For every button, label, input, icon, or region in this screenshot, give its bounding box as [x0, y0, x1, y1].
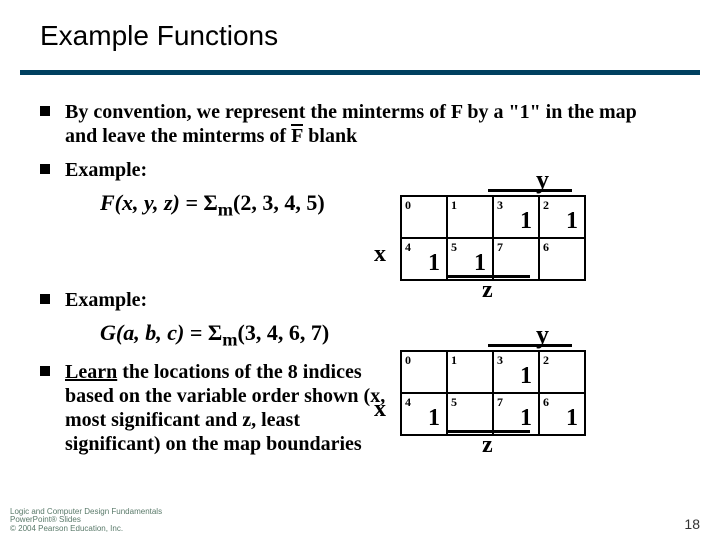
x-label: x — [374, 241, 386, 268]
bullet-icon — [40, 366, 50, 376]
kmap-cell: 0 — [401, 196, 447, 238]
bullet-text: Example: — [65, 288, 645, 312]
footer-branding: Logic and Computer Design Fundamentals P… — [10, 508, 162, 534]
cell-index: 7 — [497, 395, 503, 410]
cell-index: 2 — [543, 353, 549, 368]
kmap-cell: 41 — [401, 238, 447, 280]
formula-args: (2, 3, 4, 5) — [233, 190, 325, 215]
cell-index: 4 — [405, 240, 411, 255]
bullet-text: Learn the locations of the 8 indices bas… — [65, 360, 395, 456]
kmap-table: 0 1 31 21 41 51 7 6 — [400, 195, 586, 281]
cell-index: 1 — [451, 353, 457, 368]
cell-index: 5 — [451, 395, 457, 410]
page-number: 18 — [684, 516, 700, 532]
formula-lhs: F(x, y, z) = — [100, 190, 203, 215]
footer-line: © 2004 Pearson Education, Inc. — [10, 525, 162, 534]
kmap-cell: 31 — [493, 351, 539, 393]
f-bar: F — [291, 124, 303, 148]
kmap-cell: 21 — [539, 196, 585, 238]
cell-index: 7 — [497, 240, 503, 255]
cell-value: 1 — [566, 208, 578, 235]
kmap-cell: 5 — [447, 393, 493, 435]
cell-value: 1 — [428, 250, 440, 277]
kmap-cell: 1 — [447, 196, 493, 238]
bullet-example-1: Example: — [40, 158, 645, 182]
cell-value: 1 — [520, 363, 532, 390]
sigma-icon: Σ — [208, 320, 222, 345]
cell-value: 1 — [428, 405, 440, 432]
kmap-cell: 31 — [493, 196, 539, 238]
kmap-cell: 41 — [401, 393, 447, 435]
kmap-cell: 2 — [539, 351, 585, 393]
cell-value: 1 — [520, 405, 532, 432]
z-label: z — [482, 432, 493, 459]
cell-index: 3 — [497, 198, 503, 213]
kmap-cell: 7 — [493, 238, 539, 280]
cell-index: 5 — [451, 240, 457, 255]
kmap-g: y x 0 1 31 2 41 5 71 61 z — [400, 350, 586, 436]
bullet-icon — [40, 164, 50, 174]
cell-index: 6 — [543, 395, 549, 410]
slide-title: Example Functions — [40, 20, 278, 52]
kmap-cell: 61 — [539, 393, 585, 435]
kmap-cell: 6 — [539, 238, 585, 280]
formula-f: F(x, y, z) = Σm(2, 3, 4, 5) — [100, 190, 325, 220]
cell-index: 0 — [405, 353, 411, 368]
formula-lhs: G(a, b, c) = — [100, 320, 208, 345]
y-bracket — [488, 189, 572, 192]
sigma-icon: Σ — [203, 190, 217, 215]
bullet-icon — [40, 294, 50, 304]
cell-value: 1 — [474, 250, 486, 277]
bullet-learn: Learn the locations of the 8 indices bas… — [40, 360, 395, 456]
learn-underline: Learn — [65, 361, 117, 383]
text-span: blank — [303, 125, 357, 147]
kmap-cell: 0 — [401, 351, 447, 393]
sigma-sub: m — [222, 329, 237, 349]
bullet-text: By convention, we represent the minterms… — [65, 100, 645, 148]
title-rule — [20, 70, 700, 75]
slide: Example Functions By convention, we repr… — [0, 0, 720, 540]
kmap-cell: 51 — [447, 238, 493, 280]
bullet-text: Example: — [65, 158, 645, 182]
bullet-icon — [40, 106, 50, 116]
cell-index: 4 — [405, 395, 411, 410]
formula-args: (3, 4, 6, 7) — [238, 320, 330, 345]
sigma-sub: m — [218, 199, 233, 219]
kmap-table: 0 1 31 2 41 5 71 61 — [400, 350, 586, 436]
kmap-cell: 1 — [447, 351, 493, 393]
bullet-example-2: Example: — [40, 288, 645, 312]
cell-index: 6 — [543, 240, 549, 255]
cell-value: 1 — [520, 208, 532, 235]
y-bracket — [488, 344, 572, 347]
cell-index: 1 — [451, 198, 457, 213]
kmap-cell: 71 — [493, 393, 539, 435]
cell-index: 3 — [497, 353, 503, 368]
cell-value: 1 — [566, 405, 578, 432]
bullet-convention: By convention, we represent the minterms… — [40, 100, 645, 148]
cell-index: 0 — [405, 198, 411, 213]
cell-index: 2 — [543, 198, 549, 213]
kmap-f: y x 0 1 31 21 41 51 7 6 z — [400, 195, 586, 281]
formula-g: G(a, b, c) = Σm(3, 4, 6, 7) — [100, 320, 329, 350]
